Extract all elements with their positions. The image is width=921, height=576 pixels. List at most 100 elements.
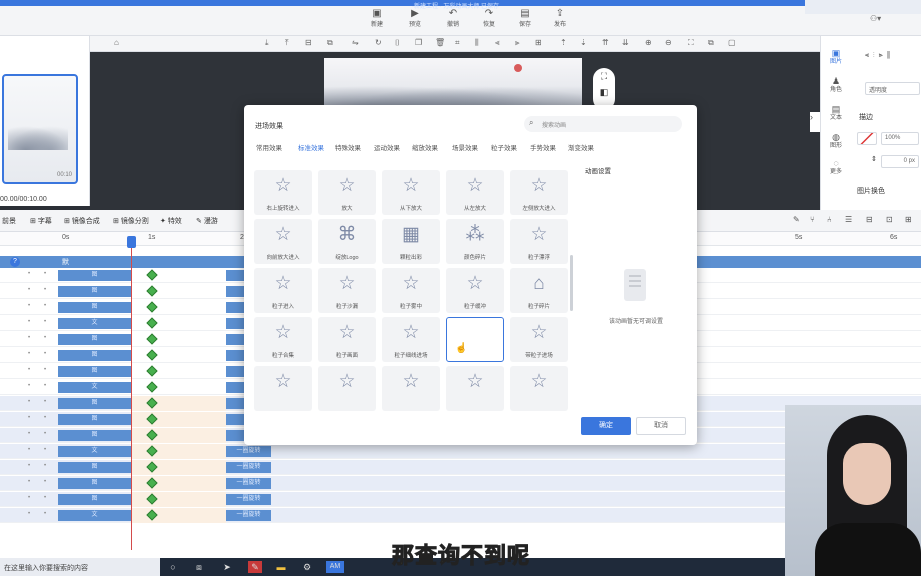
flip-icon[interactable]: ⇋ [352,38,359,47]
timeline-row[interactable]: • • 图 一圈旋转 [0,476,921,491]
timeline-row[interactable]: • • 文 一圈旋转 [0,444,921,459]
stroke-percent-field[interactable]: 100% [881,132,919,145]
visibility-icon[interactable]: • [28,383,30,389]
align-top-icon[interactable]: ⤒ [285,38,289,48]
effect-tile[interactable]: ☆ 带粒子进场 [510,317,568,362]
user-icon[interactable]: ⚇▾ [870,14,881,23]
stroke-color-swatch[interactable] [857,132,877,145]
effect-tile[interactable]: ☆ 粒子合集 [254,317,312,362]
layer-clip[interactable]: 图 [58,350,131,361]
playhead[interactable] [131,236,132,550]
settings-sliders-icon[interactable]: ☰ [845,215,852,224]
lock-icon[interactable]: ⌷ [395,38,400,48]
effect-tile[interactable]: ☆ 向前放大进入 [254,219,312,264]
layer-clip[interactable]: 文 [58,318,131,329]
new-button[interactable]: ▣ 新建 [364,8,390,34]
tab-motion-effects[interactable]: 运动效果 [374,142,400,152]
effect-tile[interactable]: ⁂ 颜色碎片 [446,219,504,264]
camera-icon[interactable]: ◧ [593,84,615,100]
align-bottom-icon[interactable]: ⤓ [265,38,269,48]
tab-gesture-effects[interactable]: 手势效果 [530,142,556,152]
timeline-row[interactable]: • • 文 一圈旋转 [0,508,921,523]
layer-clip[interactable]: 图 [58,462,131,473]
visibility-icon[interactable]: • [28,271,30,277]
arrow-icon[interactable]: ➤ [220,561,234,573]
effect-tile[interactable]: ▦ 颗粒出彩 [382,219,440,264]
visibility-icon[interactable]: • [28,431,30,437]
visibility-icon[interactable]: • [28,367,30,373]
delete-icon[interactable]: 🗑 [435,38,445,47]
tab-gradient-effects[interactable]: 渐变效果 [568,142,594,152]
help-icon[interactable]: ? [10,257,20,267]
effect-tile[interactable]: ☆ [254,366,312,411]
lock-icon[interactable]: • [44,463,46,469]
layer-clip[interactable]: 图 [58,430,131,441]
route-icon[interactable]: ⑃ [827,215,832,224]
align-right-icon[interactable]: ⫸ [515,38,520,48]
layer-clip[interactable]: 图 [58,398,131,409]
fit-icon[interactable]: ⛶ [688,38,694,48]
crop-icon[interactable]: ⌗ [455,38,460,48]
layer-clip[interactable]: 文 [58,510,131,521]
tab-shape[interactable]: ◍ 图形 [825,132,847,151]
lock-icon[interactable]: • [44,271,46,277]
visibility-icon[interactable]: • [28,511,30,517]
distribute-icon[interactable]: ⫼ [475,38,479,48]
timeline-row[interactable]: • • 图 一圈旋转 [0,492,921,507]
layer-bottom-icon[interactable]: ⇊ [622,38,629,47]
tab-particle-effects[interactable]: 粒子效果 [491,142,517,152]
lock-icon[interactable]: • [44,383,46,389]
lock-icon[interactable]: • [44,319,46,325]
layer-clip[interactable]: 图 [58,270,131,281]
layer-clip[interactable]: 文 [58,446,131,457]
lock-icon[interactable]: • [44,479,46,485]
effect-tile[interactable]: ☆ 粒子缓冲 [446,268,504,313]
preview-button[interactable]: ▶ 预览 [402,8,428,34]
sun-image[interactable] [514,64,522,72]
visibility-icon[interactable]: • [28,415,30,421]
effect-tile[interactable]: ☆ 从左放大 [446,170,504,215]
visibility-icon[interactable]: • [28,399,30,405]
keyframe-icon[interactable] [146,301,158,313]
effect-tile[interactable]: ☆ 粒子雾中 [382,268,440,313]
taskview-icon[interactable]: ⧈ [192,561,206,573]
layer-clip[interactable]: 图 [58,414,131,425]
effect-tile[interactable]: ☆ 放大 [318,170,376,215]
am-app-icon[interactable]: AM [326,561,344,573]
layer-clip[interactable]: 图 [58,286,131,297]
zoom-out-icon[interactable]: ⊖ [665,38,672,47]
cancel-button[interactable]: 取消 [636,417,686,435]
timeline-tool-effects[interactable]: ✦ 特效 [160,216,182,226]
effect-tile[interactable]: ☆ [318,366,376,411]
keyframe-icon[interactable] [146,269,158,281]
circle-icon[interactable]: ○ [166,561,180,573]
effect-tile[interactable]: ☆ 粒子画面 [318,317,376,362]
visibility-icon[interactable]: • [28,447,30,453]
lock-icon[interactable]: • [44,367,46,373]
effect-tile[interactable]: ☝ [446,317,504,362]
effect-tile[interactable]: ⌂ 粒子碎片 [510,268,568,313]
scene-thumbnail[interactable]: 00:10 [2,74,78,184]
animation-clip[interactable]: 一圈旋转 [226,446,271,457]
layer-clip[interactable]: 图 [58,366,131,377]
timeline-tool-mirror-merge[interactable]: ⊞ 镜像合成 [64,216,100,226]
tab-image[interactable]: ▣ 图片 [825,48,847,67]
animation-clip[interactable]: 一圈旋转 [226,510,271,521]
layer-top-icon[interactable]: ⇈ [602,38,609,47]
visibility-icon[interactable]: • [28,319,30,325]
edit-icon[interactable]: ✎ [793,215,800,224]
animation-clip[interactable]: 一圈旋转 [226,478,271,489]
effect-tile[interactable]: ☆ 右上旋转进入 [254,170,312,215]
tab-more[interactable]: ◌ 更多 [825,158,847,177]
animation-clip[interactable]: 一圈旋转 [226,494,271,505]
keyframe-icon[interactable] [146,365,158,377]
keyframe-icon[interactable] [146,381,158,393]
zoom-in-icon[interactable]: ⊕ [645,38,652,47]
branch-icon[interactable]: ⑂ [810,215,815,224]
home-icon[interactable]: ⌂ [114,38,119,47]
publish-button[interactable]: ⇪ 发布 [547,8,573,34]
copy-icon[interactable]: ❐ [415,38,422,47]
folder-icon[interactable]: ▬ [274,561,288,573]
visibility-icon[interactable]: • [28,303,30,309]
timeline-fit-icon[interactable]: ⊡ [886,215,893,224]
